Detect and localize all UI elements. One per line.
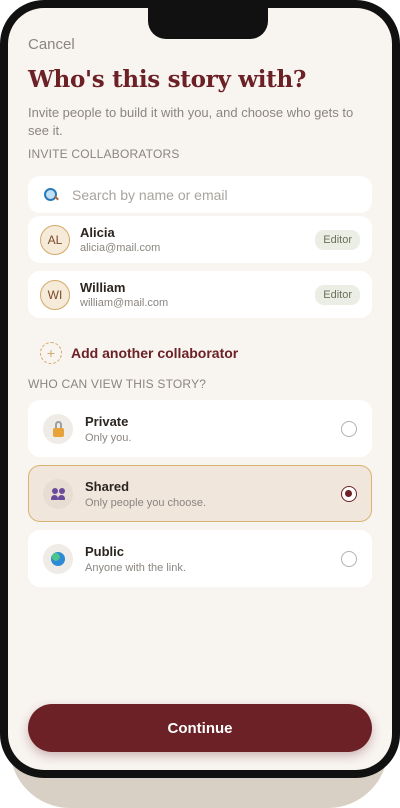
role-badge[interactable]: Editor (315, 229, 360, 250)
people-icon (43, 478, 73, 509)
visibility-section-label: WHO CAN VIEW THIS STORY? (28, 377, 207, 391)
collaborator-name: Alicia (80, 225, 115, 240)
search-field[interactable] (28, 176, 372, 213)
invite-section-label: INVITE COLLABORATORS (28, 147, 180, 161)
radio-private[interactable] (341, 420, 357, 437)
cancel-button[interactable]: Cancel (28, 36, 75, 53)
collaborator-info: William william@mail.com (80, 280, 315, 309)
continue-button[interactable]: Continue (28, 704, 372, 752)
radio-public[interactable] (341, 550, 357, 567)
add-collaborator-label: Add another collaborator (71, 345, 239, 361)
option-description: Only you. (85, 431, 132, 444)
page-title: Who's this story with? (28, 66, 307, 93)
page-subtitle: Invite people to build it with you, and … (28, 105, 354, 138)
collaborator-row[interactable]: AL Alicia alicia@mail.com Editor (28, 216, 372, 263)
collaborator-row[interactable]: WI William william@mail.com Editor (28, 271, 372, 318)
collaborator-email: william@mail.com (80, 297, 169, 309)
add-collaborator-button[interactable]: + Add another collaborator (40, 342, 238, 364)
collaborator-info: Alicia alicia@mail.com (80, 225, 315, 254)
role-badge[interactable]: Editor (315, 284, 360, 305)
option-description: Anyone with the link. (85, 561, 186, 574)
phone-frame: Cancel Who's this story with? Invite peo… (0, 0, 400, 778)
collaborator-email: alicia@mail.com (80, 242, 161, 254)
lock-icon (43, 413, 73, 444)
option-description: Only people you choose. (85, 496, 207, 509)
option-title: Public (85, 543, 125, 559)
option-shared[interactable]: Shared Only people you choose. (28, 465, 372, 522)
search-icon (44, 187, 58, 202)
option-title: Private (85, 413, 129, 429)
plus-icon: + (40, 342, 62, 364)
radio-shared[interactable] (341, 485, 357, 502)
notch (148, 8, 268, 39)
collaborator-name: William (80, 280, 126, 295)
option-private[interactable]: Private Only you. (28, 400, 372, 457)
avatar: WI (40, 279, 70, 310)
option-public[interactable]: Public Anyone with the link. (28, 530, 372, 587)
option-title: Shared (85, 478, 130, 494)
globe-icon (43, 543, 73, 574)
avatar: AL (40, 224, 70, 255)
screen: Cancel Who's this story with? Invite peo… (8, 8, 392, 770)
search-input[interactable] (72, 186, 332, 203)
